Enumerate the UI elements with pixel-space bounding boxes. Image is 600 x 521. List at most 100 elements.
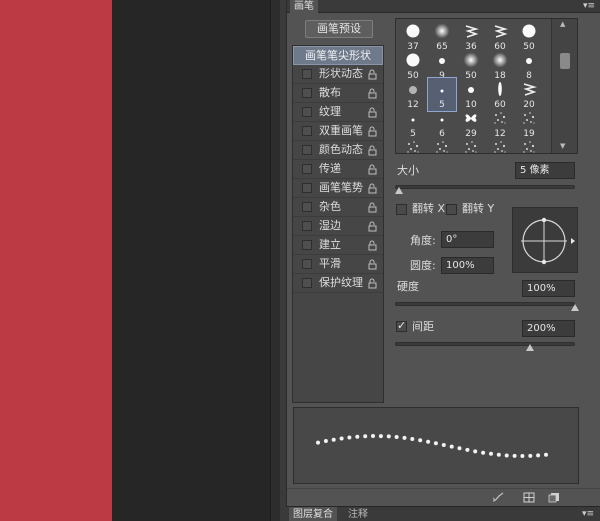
brush-tip-cell[interactable] [486,136,514,153]
brush-option-checkbox[interactable] [302,88,312,98]
hardness-slider-handle[interactable] [571,304,579,311]
brush-option-row[interactable]: 湿边 [293,217,383,236]
preview-dot [339,436,344,441]
brush-tip-cell[interactable] [515,136,543,153]
size-slider-handle[interactable] [394,187,403,194]
brush-option-label: 纹理 [319,105,341,118]
butterfly-brush-icon [465,114,477,122]
brush-option-row[interactable]: 建立 [293,236,383,255]
grid-icon[interactable] [523,492,535,503]
scatter-brush-icon [523,112,535,124]
lock-icon[interactable] [367,106,377,118]
lock-icon[interactable] [367,87,377,99]
tab-brush[interactable]: 画笔 [290,0,318,13]
tab-layer-comps[interactable]: 图层复合 [289,507,337,521]
brush-option-row[interactable]: 保护纹理 [293,274,383,293]
size-label: 大小 [397,164,419,177]
lock-icon[interactable] [367,201,377,213]
brush-option-row[interactable]: 散布 [293,84,383,103]
hard-round-brush-icon [406,24,420,38]
brush-option-checkbox[interactable] [302,221,312,231]
spacing-field[interactable]: 200% [522,320,575,337]
flip-x-checkbox[interactable] [396,204,407,215]
preview-dot [465,447,470,452]
brush-option-checkbox[interactable] [302,69,312,79]
brush-presets-button[interactable]: 画笔预设 [305,20,373,38]
brush-option-checkbox[interactable] [302,278,312,288]
brush-option-checkbox[interactable] [302,126,312,136]
lock-icon[interactable] [367,163,377,175]
brush-option-checkbox[interactable] [302,145,312,155]
brush-tip-cell[interactable] [428,136,456,153]
lock-icon[interactable] [367,239,377,251]
lock-icon[interactable] [367,68,377,80]
preview-dot [323,439,328,443]
preview-dot [316,440,320,445]
flip-y-checkbox[interactable] [446,204,457,215]
spacing-checkbox[interactable] [396,319,407,332]
brush-option-checkbox[interactable] [302,240,312,250]
preview-dot [528,453,533,458]
lock-icon[interactable] [367,277,377,289]
size-field[interactable]: 5 像素 [515,162,575,179]
tab-notes[interactable]: 注释 [344,507,372,521]
lock-icon[interactable] [367,258,377,270]
preview-dot [520,454,525,458]
brush-option-checkbox[interactable] [302,164,312,174]
lock-icon[interactable] [367,220,377,232]
brush-option-label: 颜色动态 [319,143,363,156]
size-slider[interactable] [395,185,575,189]
brush-option-row[interactable]: 颜色动态 [293,141,383,160]
spacing-slider-handle[interactable] [526,344,534,351]
brush-option-row[interactable]: 画笔笔尖形状 [293,46,383,65]
preview-dot [371,434,375,438]
brush-angle-icon [521,217,575,265]
scatter-brush-icon [494,141,506,153]
preview-dot [536,453,541,458]
lock-icon[interactable] [367,125,377,137]
preview-dot [378,434,383,439]
brush-option-row[interactable]: 纹理 [293,103,383,122]
brush-option-label: 散布 [319,86,341,99]
brush-option-row[interactable]: 传递 [293,160,383,179]
hard-round-brush-icon [522,24,536,38]
panel-menu-icon[interactable]: ▾≡ [582,509,594,519]
scroll-up-icon[interactable]: ▲ [560,20,565,28]
angle-roundness-widget[interactable] [512,207,578,273]
brush-option-row[interactable]: 平滑 [293,255,383,274]
preview-dot [473,449,478,454]
brush-option-checkbox[interactable] [302,107,312,117]
brush-option-checkbox[interactable] [302,202,312,212]
brush-tip-cell[interactable] [457,136,485,153]
panel-header: 画笔 ▾≡ [287,0,600,13]
leaf-brush-icon [494,25,508,38]
brush-option-row[interactable]: 形状动态 [293,65,383,84]
brush-tip-cell[interactable] [399,136,427,153]
document-canvas[interactable] [0,0,112,521]
angle-field[interactable]: 0° [441,231,494,248]
brush-option-row[interactable]: 画笔笔势 [293,179,383,198]
spacing-slider[interactable] [395,342,575,346]
brush-toggle-icon[interactable] [492,492,504,503]
brush-option-label: 保护纹理 [319,276,363,289]
scroll-thumb[interactable] [560,53,570,69]
preview-dot [496,452,501,457]
new-preset-icon[interactable] [548,492,560,503]
scatter-brush-icon [436,141,448,153]
brush-grid-scrollbar[interactable]: ▲ ▼ [551,19,577,153]
preview-dot [489,451,493,456]
hard-round-brush-icon [439,58,445,64]
lock-icon[interactable] [367,144,377,156]
brush-option-checkbox[interactable] [302,259,312,269]
lock-icon[interactable] [367,182,377,194]
brush-option-row[interactable]: 杂色 [293,198,383,217]
roundness-field[interactable]: 100% [441,257,494,274]
scroll-down-icon[interactable]: ▼ [560,142,565,150]
panel-menu-icon[interactable]: ▾≡ [583,1,595,12]
leaf-brush-icon [523,83,537,96]
brush-option-row[interactable]: 双重画笔 [293,122,383,141]
brush-option-label: 湿边 [319,219,341,232]
hardness-field[interactable]: 100% [522,280,575,297]
brush-option-checkbox[interactable] [302,183,312,193]
hardness-slider[interactable] [395,302,575,306]
